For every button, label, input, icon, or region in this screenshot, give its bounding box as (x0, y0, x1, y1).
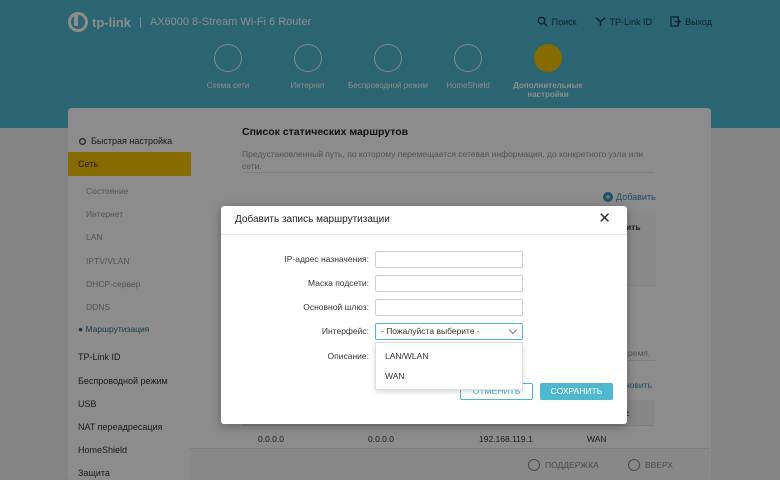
interface-select-value: - Пожалуйста выберите - (381, 326, 480, 336)
subnet-mask-input[interactable] (375, 275, 523, 292)
subnet-mask-label: Маска подсети: (308, 278, 369, 288)
save-button[interactable]: СОХРАНИТЬ (540, 383, 613, 400)
add-route-dialog: Добавить запись маршрутизации ✕ IP-адрес… (221, 206, 627, 424)
interface-dropdown: LAN/WLAN WAN (375, 342, 523, 390)
gateway-input[interactable] (375, 299, 523, 316)
dropdown-option-wan[interactable]: WAN (376, 366, 522, 386)
gateway-label: Основной шлюз: (303, 302, 369, 312)
close-icon[interactable]: ✕ (598, 211, 611, 226)
dropdown-option-lan-wlan[interactable]: LAN/WLAN (376, 346, 522, 366)
dialog-title: Добавить запись маршрутизации (235, 214, 390, 225)
dest-ip-input[interactable] (375, 251, 523, 268)
interface-select[interactable]: - Пожалуйста выберите - (375, 323, 523, 340)
divider (221, 234, 627, 235)
description-label: Описание: (327, 351, 369, 361)
dest-ip-label: IP-адрес назначения: (284, 254, 369, 264)
interface-label: Интерфейс: (321, 326, 369, 336)
chevron-down-icon (508, 325, 518, 335)
